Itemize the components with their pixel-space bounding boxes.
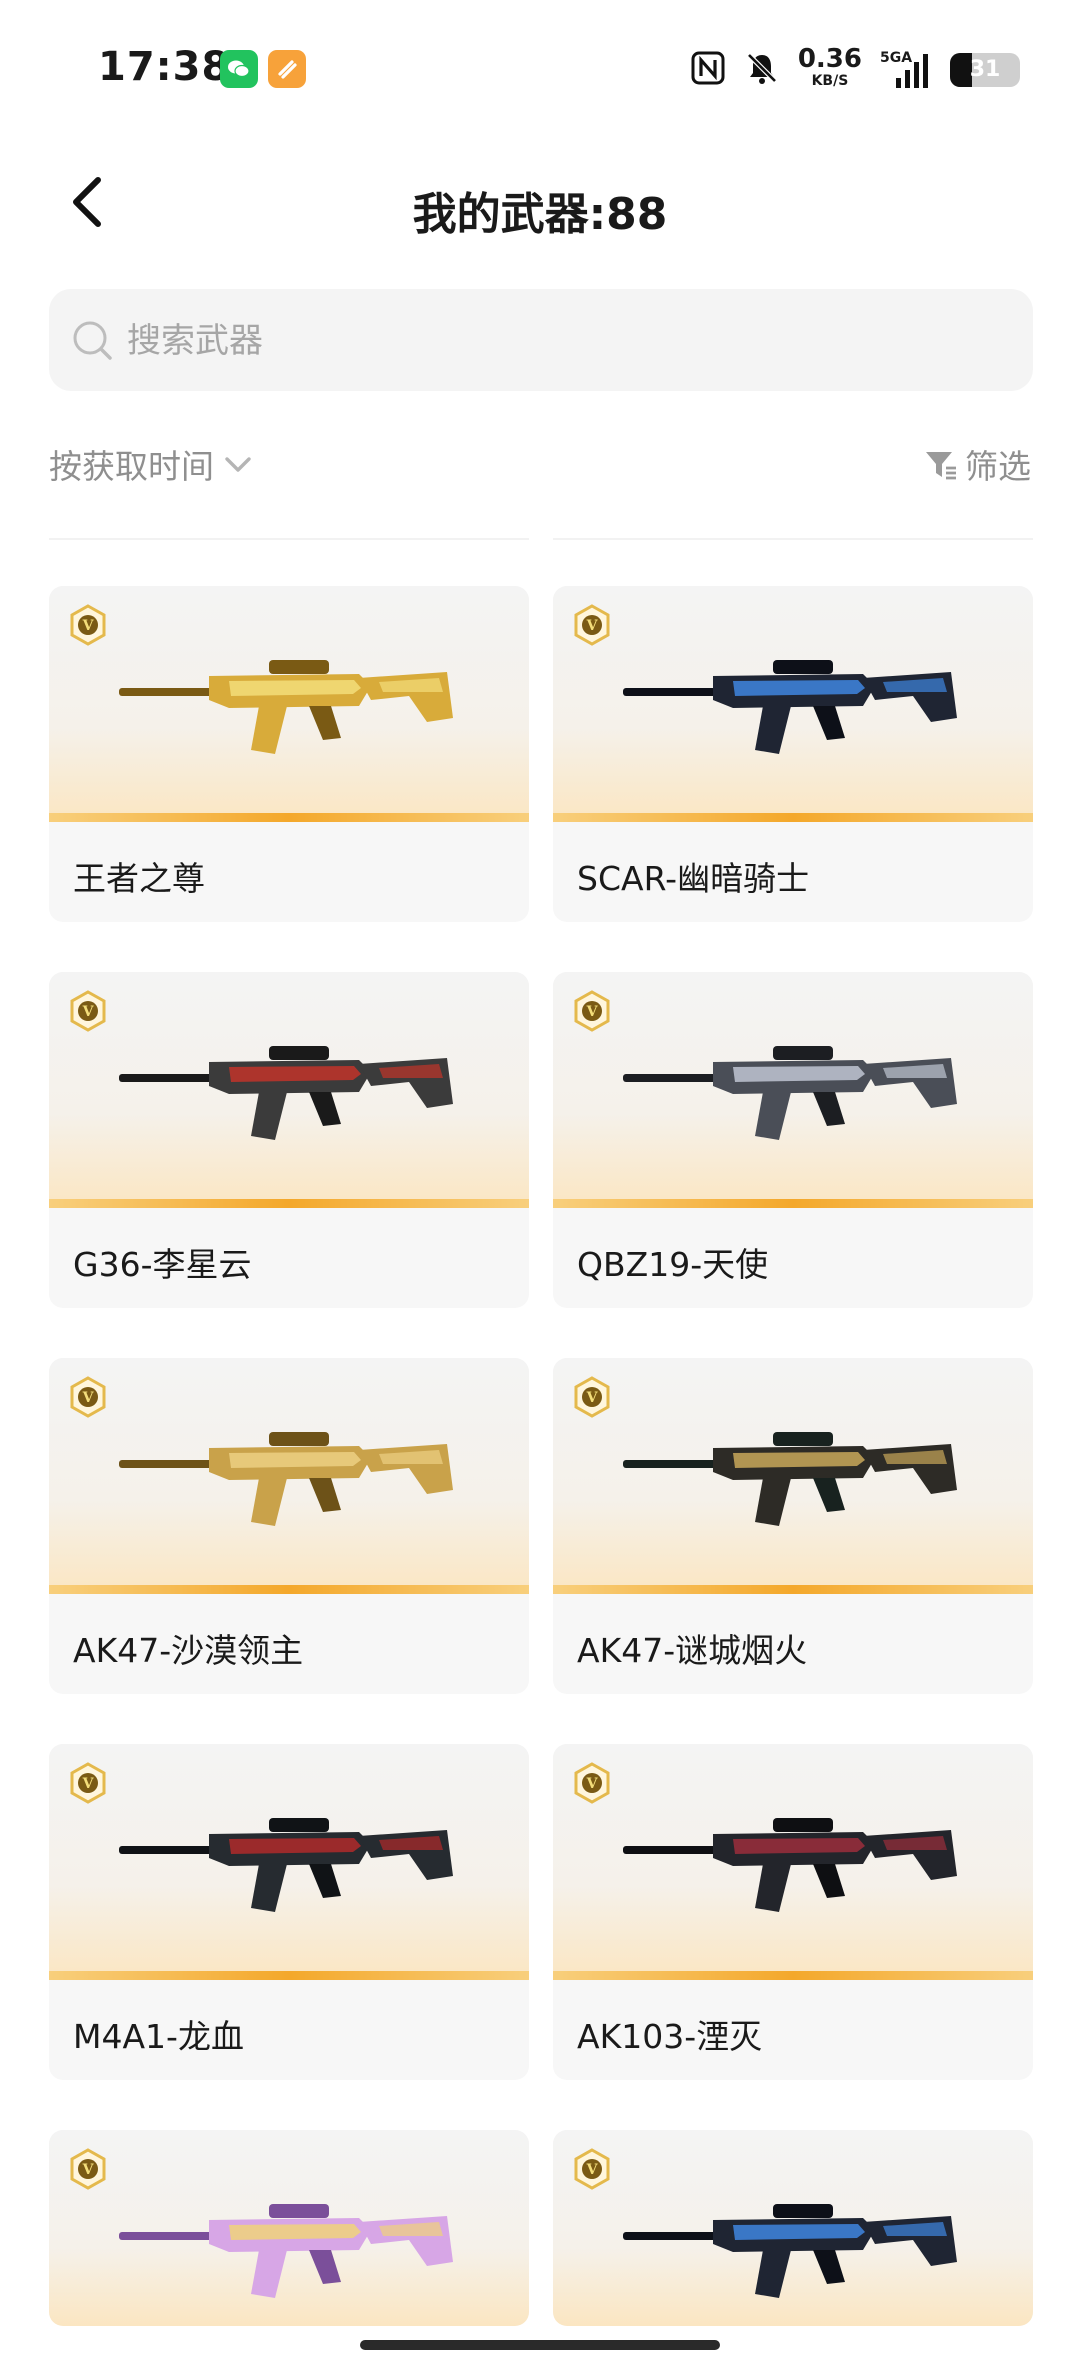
divider <box>553 538 1033 540</box>
weapon-image <box>623 2204 957 2298</box>
filter-label: 筛选 <box>965 447 1031 486</box>
wechat-notification-icon <box>220 50 258 88</box>
svg-text:V: V <box>82 1390 95 1406</box>
vip-badge-icon: V <box>574 990 610 1032</box>
weapon-name: 王者之尊 <box>73 859 205 898</box>
svg-text:V: V <box>82 2162 95 2178</box>
weapon-image <box>623 660 957 754</box>
weapon-art: V <box>553 972 1033 1208</box>
filter-button[interactable]: 筛选 <box>923 440 1031 488</box>
weapon-art: V <box>553 1358 1033 1594</box>
sort-dropdown[interactable]: 按获取时间 <box>49 440 254 488</box>
mute-icon <box>744 50 780 90</box>
weapon-art: V <box>49 1744 529 1980</box>
svg-text:V: V <box>82 1776 95 1792</box>
chevron-down-icon <box>225 457 251 472</box>
vip-badge-icon: V <box>70 2148 106 2190</box>
weapon-card[interactable]: V AK47-谜城烟火 <box>553 1358 1033 1694</box>
weapon-art: V <box>553 2130 1033 2326</box>
search-bar[interactable] <box>49 289 1033 391</box>
weapon-image <box>623 1818 957 1912</box>
vip-badge-icon: V <box>574 1762 610 1804</box>
weapon-image <box>119 660 453 754</box>
status-time: 17:38 <box>98 44 231 90</box>
status-bar: 17:38 0.36 KB/S 5GA 31 <box>0 0 1080 130</box>
weapon-name: AK47-谜城烟火 <box>577 1631 808 1670</box>
network-speed: 0.36 KB/S <box>797 44 862 89</box>
weapon-card[interactable]: V 王者之尊 <box>49 586 529 922</box>
weapon-name: G36-李星云 <box>73 1245 252 1284</box>
weapon-name: SCAR-幽暗骑士 <box>577 859 810 898</box>
weapon-card[interactable]: V <box>553 2130 1033 2326</box>
svg-text:V: V <box>586 1390 599 1406</box>
weapon-card[interactable]: V AK103-湮灭 <box>553 1744 1033 2080</box>
weapon-card[interactable]: V G36-李星云 <box>49 972 529 1308</box>
weapon-art: V <box>553 1744 1033 1980</box>
weapon-image <box>623 1432 957 1526</box>
weapon-name: AK47-沙漠领主 <box>73 1631 304 1670</box>
vip-badge-icon: V <box>70 1762 106 1804</box>
vip-badge-icon: V <box>70 1376 106 1418</box>
search-input[interactable] <box>125 307 1009 375</box>
weapon-card[interactable]: V <box>49 2130 529 2326</box>
svg-text:V: V <box>586 618 599 634</box>
search-icon <box>71 319 113 365</box>
weapon-art: V <box>49 586 529 822</box>
weapon-image <box>119 1432 453 1526</box>
weapon-art: V <box>49 972 529 1208</box>
weapon-name: AK103-湮灭 <box>577 2017 763 2056</box>
app-notification-icon <box>268 50 306 88</box>
weapon-art: V <box>553 586 1033 822</box>
status-indicators: 0.36 KB/S 5GA 31 <box>690 44 1020 92</box>
weapon-image <box>623 1046 957 1140</box>
nfc-icon <box>690 50 726 90</box>
vip-badge-icon: V <box>574 2148 610 2190</box>
weapon-art: V <box>49 1358 529 1594</box>
weapon-card[interactable]: V SCAR-幽暗骑士 <box>553 586 1033 922</box>
vip-badge-icon: V <box>574 1376 610 1418</box>
vip-badge-icon: V <box>70 604 106 646</box>
page-header: 我的武器:88 <box>0 150 1080 260</box>
home-indicator[interactable] <box>360 2340 720 2350</box>
sort-label: 按获取时间 <box>49 447 214 486</box>
vip-badge-icon: V <box>574 604 610 646</box>
svg-text:V: V <box>586 1004 599 1020</box>
divider <box>49 538 529 540</box>
weapon-grid: V 王者之尊 V SCAR-幽暗骑士 V G36-李星云 V QBZ19-天使 V AK47-沙漠… <box>49 586 1033 2326</box>
svg-text:V: V <box>82 618 95 634</box>
weapon-image <box>119 2204 453 2298</box>
weapon-art: V <box>49 2130 529 2326</box>
weapon-image <box>119 1046 453 1140</box>
signal-5ga-icon: 5GA <box>880 50 932 90</box>
weapon-card[interactable]: V M4A1-龙血 <box>49 1744 529 2080</box>
weapon-card[interactable]: V AK47-沙漠领主 <box>49 1358 529 1694</box>
weapon-name: M4A1-龙血 <box>73 2017 244 2056</box>
battery-icon: 31 <box>950 53 1020 87</box>
page-title: 我的武器:88 <box>412 189 668 240</box>
vip-badge-icon: V <box>70 990 106 1032</box>
filter-icon <box>926 452 956 480</box>
weapon-card[interactable]: V QBZ19-天使 <box>553 972 1033 1308</box>
weapon-name: QBZ19-天使 <box>577 1245 769 1284</box>
svg-text:V: V <box>586 1776 599 1792</box>
svg-text:V: V <box>82 1004 95 1020</box>
weapon-image <box>119 1818 453 1912</box>
svg-text:V: V <box>586 2162 599 2178</box>
